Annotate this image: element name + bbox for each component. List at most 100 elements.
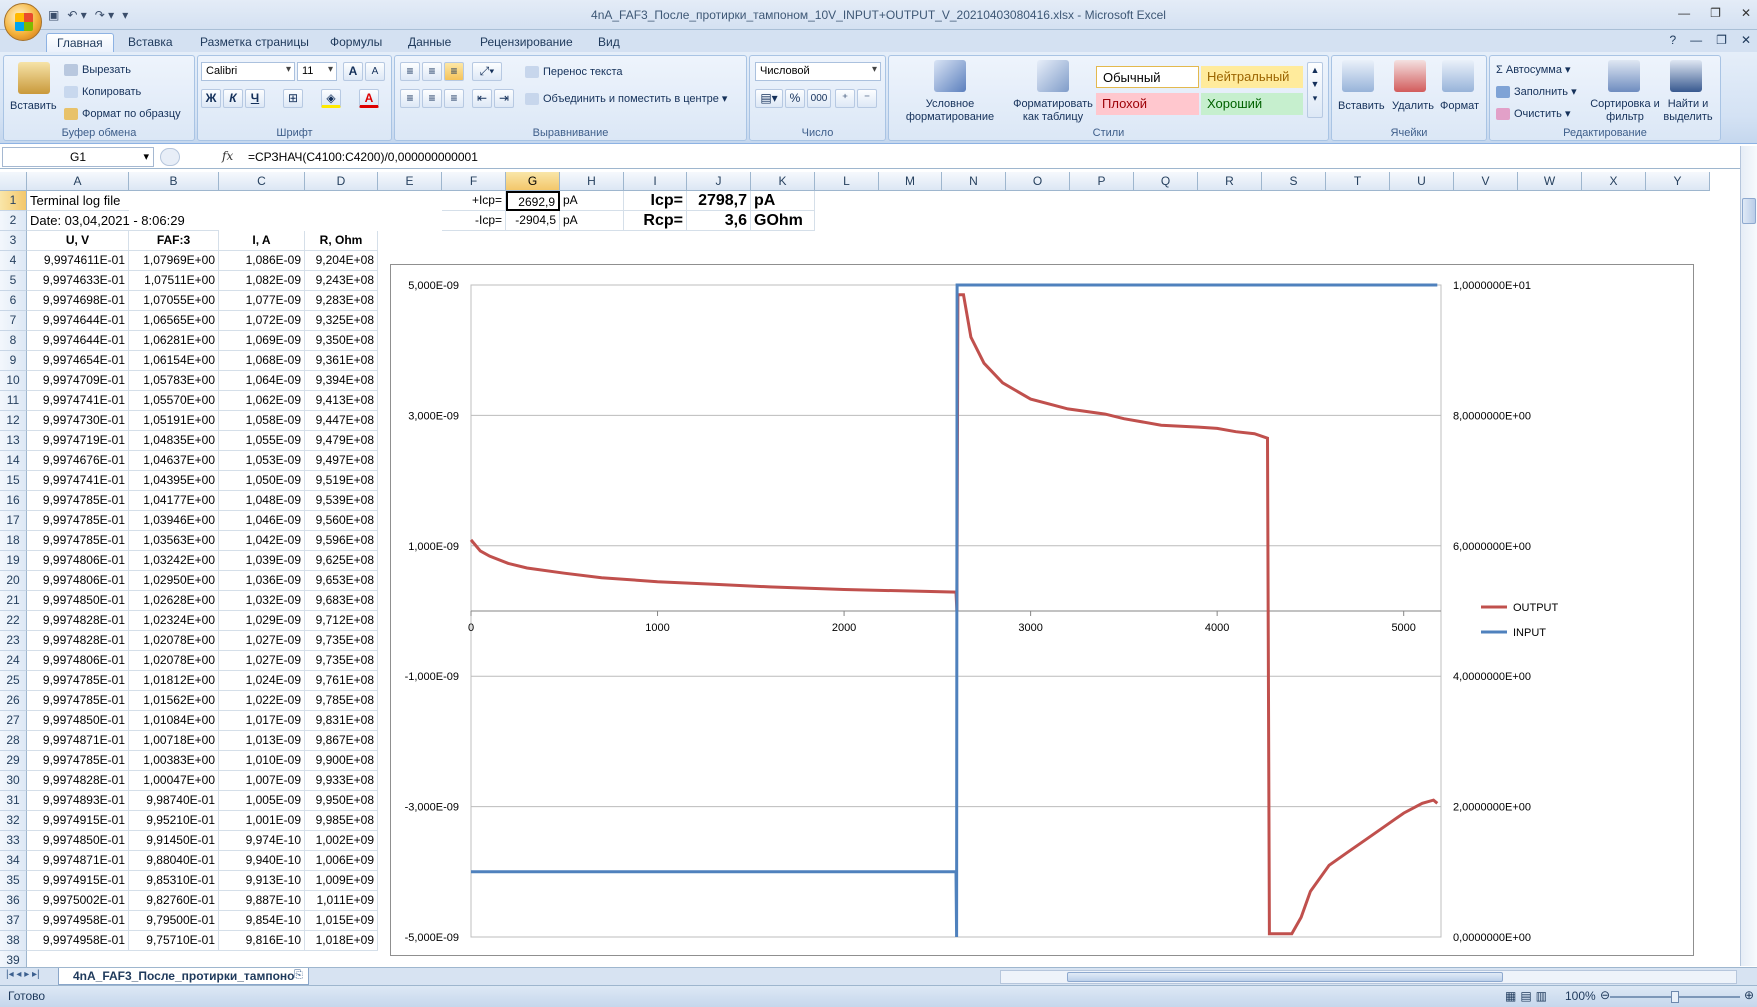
data-cell[interactable]: 9,9974741E-01 <box>27 391 129 411</box>
data-cell[interactable]: 1,036E-09 <box>219 571 305 591</box>
data-cell[interactable]: 9,85310E-01 <box>129 871 219 891</box>
data-cell[interactable]: 1,013E-09 <box>219 731 305 751</box>
align-middle-button[interactable]: ≡ <box>422 62 442 81</box>
column-header-l[interactable]: L <box>815 172 879 191</box>
data-cell[interactable]: 1,086E-09 <box>219 251 305 271</box>
data-cell[interactable]: 1,018E+09 <box>305 931 378 951</box>
cell-a2[interactable]: Date: 03,04,2021 - 8:06:29 <box>27 211 219 231</box>
data-cell[interactable]: 9,539E+08 <box>305 491 378 511</box>
row-header[interactable]: 11 <box>0 391 27 411</box>
data-cell[interactable]: 9,9974958E-01 <box>27 931 129 951</box>
insert-cells-button[interactable]: Вставить <box>1338 100 1385 113</box>
orientation-button[interactable]: ⤢▾ <box>472 62 502 81</box>
row-header[interactable]: 26 <box>0 691 27 711</box>
insert-cells-icon[interactable] <box>1342 60 1374 92</box>
data-cell[interactable]: 9,9974719E-01 <box>27 431 129 451</box>
data-cell[interactable]: 1,017E-09 <box>219 711 305 731</box>
data-cell[interactable]: 1,077E-09 <box>219 291 305 311</box>
paste-button[interactable]: Вставить <box>10 100 57 113</box>
data-cell[interactable]: 9,831E+08 <box>305 711 378 731</box>
column-header-c[interactable]: C <box>219 172 305 191</box>
data-cell[interactable]: 1,07969E+00 <box>129 251 219 271</box>
data-cell[interactable]: 9,361E+08 <box>305 351 378 371</box>
data-cell[interactable]: 1,07511E+00 <box>129 271 219 291</box>
data-cell[interactable]: 1,02950E+00 <box>129 571 219 591</box>
header-voltage[interactable]: U, V <box>27 231 129 251</box>
data-cell[interactable]: 9,9974654E-01 <box>27 351 129 371</box>
cell-j2[interactable]: 3,6 <box>687 211 751 231</box>
workbook-close-icon[interactable]: ✕ <box>1741 33 1751 47</box>
data-cell[interactable]: 9,9974611E-01 <box>27 251 129 271</box>
font-name-select[interactable]: Calibri <box>201 62 295 81</box>
data-cell[interactable]: 9,735E+08 <box>305 651 378 671</box>
row-header[interactable]: 29 <box>0 751 27 771</box>
tab-home[interactable]: Главная <box>46 33 114 52</box>
cell-g2[interactable]: -2904,5 <box>506 211 560 231</box>
data-cell[interactable]: 1,082E-09 <box>219 271 305 291</box>
tab-page-layout[interactable]: Разметка страницы <box>190 33 319 52</box>
data-cell[interactable]: 9,913E-10 <box>219 871 305 891</box>
row-header[interactable]: 23 <box>0 631 27 651</box>
data-cell[interactable]: 1,055E-09 <box>219 431 305 451</box>
data-cell[interactable]: 9,88040E-01 <box>129 851 219 871</box>
close-icon[interactable]: ✕ <box>1741 6 1751 20</box>
header-faf[interactable]: FAF:3 <box>129 231 219 251</box>
zoom-level[interactable]: 100% <box>1565 989 1596 1003</box>
cell-f2-label[interactable]: -Icp= <box>442 211 506 231</box>
row-header[interactable]: 28 <box>0 731 27 751</box>
align-bottom-button[interactable]: ≡ <box>444 62 464 81</box>
data-cell[interactable]: 9,9974698E-01 <box>27 291 129 311</box>
data-cell[interactable]: 9,9974828E-01 <box>27 611 129 631</box>
zoom-out-icon[interactable]: ⊖ <box>1600 988 1610 1002</box>
grow-font-button[interactable]: A <box>343 62 363 81</box>
data-cell[interactable]: 9,325E+08 <box>305 311 378 331</box>
data-cell[interactable]: 9,596E+08 <box>305 531 378 551</box>
data-cell[interactable]: 9,479E+08 <box>305 431 378 451</box>
row-header[interactable]: 35 <box>0 871 27 891</box>
data-cell[interactable]: 9,9974806E-01 <box>27 551 129 571</box>
row-header[interactable]: 27 <box>0 711 27 731</box>
data-cell[interactable]: 9,243E+08 <box>305 271 378 291</box>
data-cell[interactable]: 9,712E+08 <box>305 611 378 631</box>
cell-i1[interactable]: Icp= <box>624 191 687 211</box>
data-cell[interactable]: 1,006E+09 <box>305 851 378 871</box>
tab-review[interactable]: Рецензирование <box>470 33 583 52</box>
row-header[interactable]: 32 <box>0 811 27 831</box>
data-cell[interactable]: 1,027E-09 <box>219 651 305 671</box>
row-header[interactable]: 3 <box>0 231 27 251</box>
cell-i2[interactable]: Rcp= <box>624 211 687 231</box>
cell-g1-selected[interactable]: 2692,9 <box>506 191 560 211</box>
vertical-scroll-thumb[interactable] <box>1742 198 1756 224</box>
data-cell[interactable]: 9,519E+08 <box>305 471 378 491</box>
data-cell[interactable]: 9,9974850E-01 <box>27 591 129 611</box>
number-format-select[interactable]: Числовой <box>755 62 881 81</box>
data-cell[interactable]: 1,058E-09 <box>219 411 305 431</box>
thousands-button[interactable]: 000 <box>807 89 831 108</box>
data-cell[interactable]: 1,011E+09 <box>305 891 378 911</box>
cell-j1[interactable]: 2798,7 <box>687 191 751 211</box>
data-cell[interactable]: 9,735E+08 <box>305 631 378 651</box>
data-cell[interactable]: 9,9974644E-01 <box>27 331 129 351</box>
data-cell[interactable]: 9,985E+08 <box>305 811 378 831</box>
data-cell[interactable]: 9,9974871E-01 <box>27 731 129 751</box>
data-cell[interactable]: 9,933E+08 <box>305 771 378 791</box>
data-cell[interactable]: 1,03946E+00 <box>129 511 219 531</box>
vertical-scrollbar[interactable] <box>1740 146 1757 966</box>
data-cell[interactable]: 1,00383E+00 <box>129 751 219 771</box>
data-cell[interactable]: 1,04835E+00 <box>129 431 219 451</box>
tab-view[interactable]: Вид <box>588 33 630 52</box>
data-cell[interactable]: 9,9974958E-01 <box>27 911 129 931</box>
zoom-in-icon[interactable]: ⊕ <box>1744 988 1754 1002</box>
data-cell[interactable]: 9,683E+08 <box>305 591 378 611</box>
data-cell[interactable]: 9,9974828E-01 <box>27 631 129 651</box>
data-cell[interactable]: 9,9974828E-01 <box>27 771 129 791</box>
delete-cells-icon[interactable] <box>1394 60 1426 92</box>
row-header[interactable]: 9 <box>0 351 27 371</box>
bold-button[interactable]: Ж <box>201 89 221 108</box>
row-header[interactable]: 37 <box>0 911 27 931</box>
view-buttons[interactable]: ▦▤▥ <box>1505 989 1551 1003</box>
decrease-decimal-button[interactable]: ⁻ <box>857 89 877 108</box>
row-header[interactable]: 5 <box>0 271 27 291</box>
column-header-d[interactable]: D <box>305 172 378 191</box>
name-box[interactable]: G1 <box>2 147 154 167</box>
